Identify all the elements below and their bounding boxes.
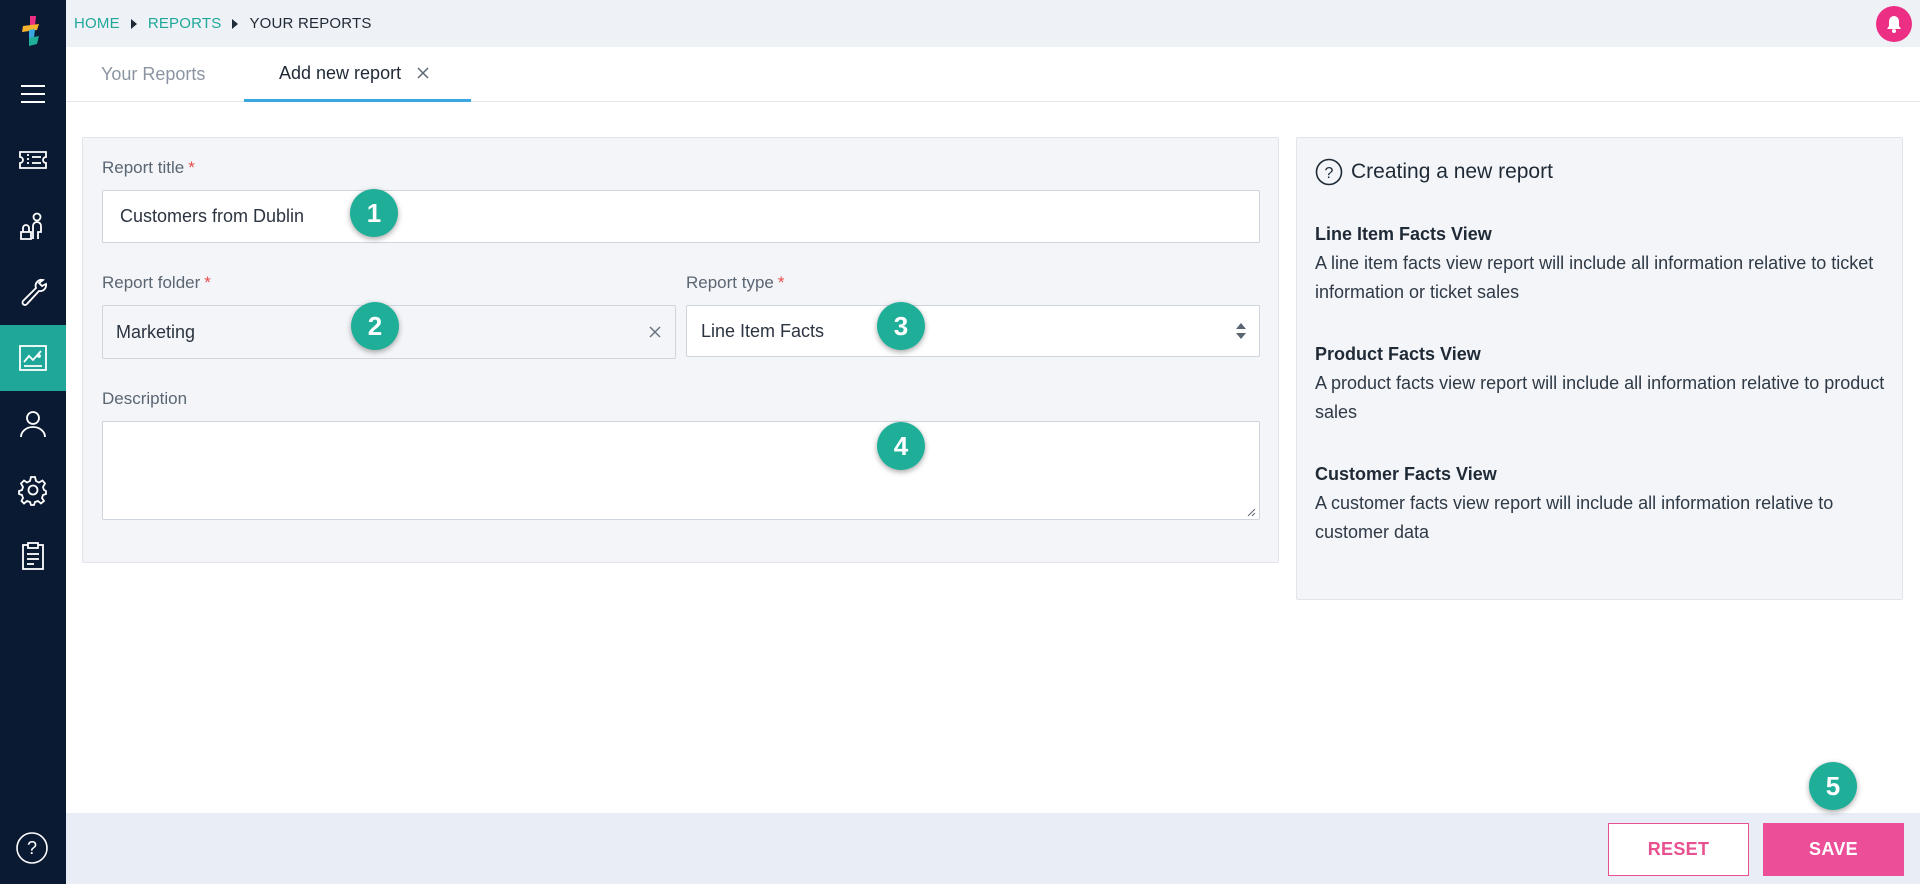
ticket-icon: [19, 151, 47, 169]
menu-icon: [21, 85, 45, 103]
help-section-product: Product Facts View A product facts view …: [1315, 344, 1890, 427]
help-section-title: Customer Facts View: [1315, 464, 1497, 484]
clear-icon[interactable]: [647, 324, 663, 340]
help-panel: ? Creating a new report Line Item Facts …: [1296, 137, 1903, 600]
notifications-button[interactable]: [1876, 6, 1912, 42]
breadcrumb-separator-icon: [130, 18, 137, 29]
wrench-icon: [21, 278, 47, 306]
help-section-text: A line item facts view report will inclu…: [1315, 253, 1874, 302]
tab-label: Add new report: [279, 62, 402, 83]
breadcrumb-separator-icon: [232, 18, 239, 29]
step-marker-1: 1: [350, 189, 398, 237]
user-icon: [20, 411, 46, 438]
resize-handle-icon[interactable]: [1246, 507, 1256, 517]
sidebar-item-reports[interactable]: [0, 325, 66, 391]
step-marker-4: 4: [877, 422, 925, 470]
step-marker-3: 3: [877, 302, 925, 350]
help-section-customer: Customer Facts View A customer facts vie…: [1315, 464, 1890, 547]
help-section-text: A customer facts view report will includ…: [1315, 493, 1834, 542]
help-section-text: A product facts view report will include…: [1315, 373, 1885, 422]
save-button[interactable]: SAVE: [1763, 823, 1904, 876]
sidebar-item-tickets[interactable]: [0, 127, 66, 193]
bell-icon: [1887, 16, 1901, 33]
reset-button[interactable]: RESET: [1608, 823, 1749, 876]
breadcrumb-home[interactable]: HOME: [74, 15, 120, 32]
clipboard-icon: [22, 542, 44, 570]
report-title-input[interactable]: Customers from Dublin: [102, 190, 1260, 243]
breadcrumb-current: YOUR REPORTS: [249, 15, 372, 32]
sidebar: ?: [0, 0, 66, 884]
step-marker-5: 5: [1809, 762, 1857, 810]
help-heading: ? Creating a new report: [1315, 158, 1553, 186]
tab-bar: Your Reports Add new report: [66, 47, 1920, 102]
report-form: Report title * Customers from Dublin Repo…: [82, 137, 1279, 563]
help-section-title: Line Item Facts View: [1315, 224, 1492, 244]
breadcrumb: HOME REPORTS YOUR REPORTS: [74, 15, 372, 32]
sidebar-item-attendees[interactable]: [0, 193, 66, 259]
sidebar-item-tools[interactable]: [0, 259, 66, 325]
help-section-title: Product Facts View: [1315, 344, 1481, 364]
question-circle-icon: ?: [1315, 158, 1343, 186]
step-marker-2: 2: [351, 302, 399, 350]
svg-text:?: ?: [27, 838, 37, 858]
action-bar: RESET SAVE: [66, 813, 1920, 884]
report-type-label: Report type *: [686, 273, 785, 292]
gear-icon: [18, 476, 47, 506]
description-label: Description: [102, 389, 188, 408]
select-arrows-icon: [1236, 323, 1246, 339]
close-icon[interactable]: [415, 65, 431, 81]
sidebar-item-settings[interactable]: [0, 457, 66, 523]
description-textarea[interactable]: [102, 421, 1260, 520]
logo-icon[interactable]: [17, 14, 49, 48]
breadcrumb-reports[interactable]: REPORTS: [148, 15, 222, 32]
help-icon[interactable]: ?: [15, 831, 49, 865]
top-bar: HOME REPORTS YOUR REPORTS: [66, 0, 1920, 47]
sidebar-item-menu[interactable]: [0, 61, 66, 127]
report-type-select[interactable]: Line Item Facts: [686, 305, 1260, 357]
tab-your-reports[interactable]: Your Reports: [101, 47, 205, 101]
report-folder-label: Report folder *: [102, 273, 211, 292]
tab-add-new-report[interactable]: Add new report: [244, 47, 471, 102]
report-title-label: Report title *: [102, 158, 195, 177]
sidebar-item-tasks[interactable]: [0, 523, 66, 589]
reports-icon: [19, 345, 47, 371]
svg-text:?: ?: [1325, 165, 1334, 182]
attendee-icon: [20, 212, 42, 240]
help-section-line-item: Line Item Facts View A line item facts v…: [1315, 224, 1890, 307]
sidebar-item-users[interactable]: [0, 391, 66, 457]
